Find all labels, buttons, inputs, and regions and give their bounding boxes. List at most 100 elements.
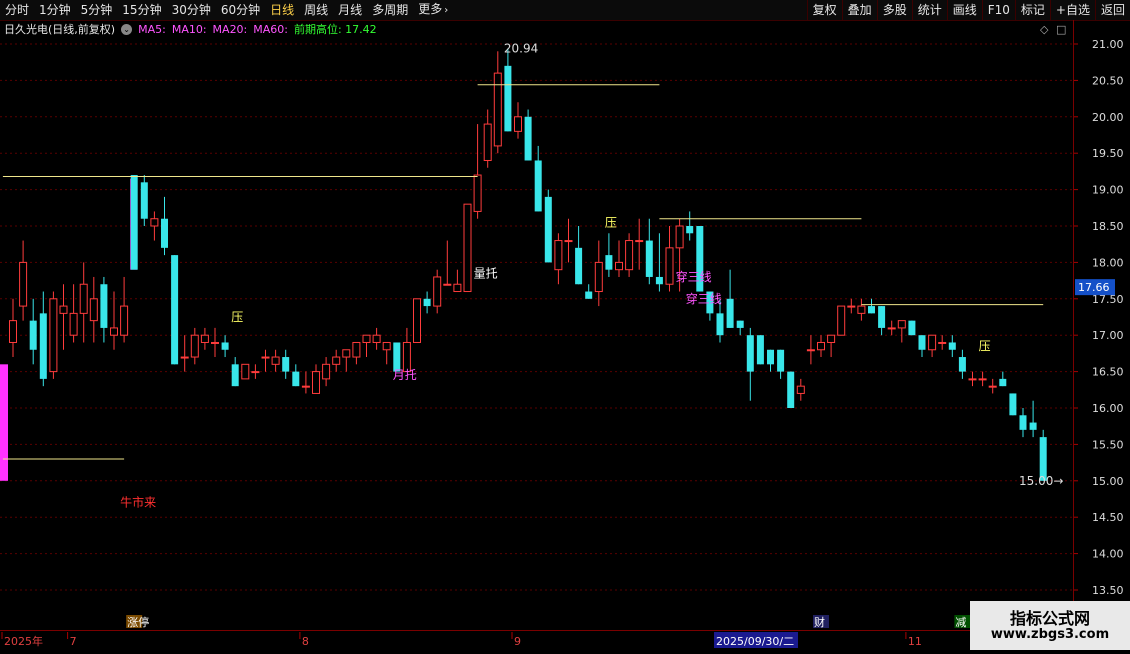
candle-body (342, 349, 351, 358)
candle (59, 284, 68, 350)
candle-body (362, 334, 371, 343)
candle (524, 109, 532, 161)
candle (79, 262, 88, 343)
candle (777, 349, 785, 379)
ma10-label: MA10: (171, 22, 207, 36)
candle (847, 298, 856, 314)
tab-2[interactable]: 5分钟 (76, 0, 118, 20)
candle-body (686, 226, 694, 234)
candle (100, 276, 108, 343)
candle-body (493, 72, 502, 147)
candle (352, 341, 361, 365)
candlestick-chart[interactable]: 20.9415.00→压压压量托月托穿三线穿三线牛市来涨停财减 (0, 38, 1073, 630)
candle-body (585, 291, 593, 299)
toolbar-button-8[interactable]: 返回 (1094, 0, 1130, 20)
candle-body (817, 341, 825, 351)
candle-body (161, 218, 168, 248)
candle-body (635, 240, 644, 243)
tab-1[interactable]: 1分钟 (34, 0, 76, 20)
candle-body (352, 341, 361, 358)
chart-annotation: 15.00→ (1019, 474, 1063, 488)
tab-3[interactable]: 15分钟 (117, 0, 166, 20)
candle (585, 284, 593, 299)
candle-body (292, 371, 300, 387)
candle-body (301, 385, 310, 388)
candle (625, 233, 634, 277)
candle (221, 335, 229, 358)
candle-body (211, 341, 219, 344)
candle-body (463, 203, 472, 293)
y-tick-label: 18.50 (1092, 220, 1124, 233)
tab-9[interactable]: 多周期 (367, 0, 413, 20)
candle (928, 334, 937, 358)
candle (473, 124, 482, 219)
y-tick-label: 15.50 (1092, 438, 1124, 451)
candle-body (372, 334, 381, 343)
price-axis: 21.00 20.50 20.00 19.50 19.00 18.50 18.00 17.50… (1073, 20, 1130, 630)
candle-body (271, 356, 280, 365)
candle-body (130, 175, 138, 270)
y-tick-label: 21.00 (1092, 38, 1124, 51)
candle-body (69, 312, 78, 336)
candle-body (645, 240, 653, 277)
candle (140, 175, 148, 226)
toolbar-button-7[interactable]: +自选 (1049, 0, 1095, 20)
candle-body (423, 298, 431, 307)
stock-title: 日久光电(日线,前复权) (4, 23, 116, 36)
ma20-label: MA20: (212, 22, 248, 36)
candle (817, 335, 825, 358)
tab-10[interactable]: 更多 › (413, 0, 453, 21)
date-label: 8 (302, 635, 309, 648)
candle (372, 327, 381, 350)
candle-body (675, 225, 684, 249)
candle (868, 298, 875, 314)
candle (767, 349, 774, 372)
candle (241, 363, 250, 380)
tab-7[interactable]: 周线 (299, 0, 333, 20)
diamond-icon[interactable]: ◇ (1040, 23, 1048, 36)
toggle-chevron-icon[interactable]: ⌄ (121, 23, 133, 35)
tab-6[interactable]: 日线 (265, 0, 299, 20)
toolbar-button-3[interactable]: 统计 (911, 0, 947, 20)
candle (897, 320, 906, 343)
candle (393, 342, 401, 372)
toolbar-button-4[interactable]: 画线 (946, 0, 982, 20)
toolbar-button-0[interactable]: 复权 (806, 0, 842, 20)
candle (382, 341, 391, 365)
candle (322, 357, 331, 387)
candle (878, 306, 886, 336)
candle (564, 218, 573, 263)
last-price-label: 17.66 (1078, 281, 1110, 294)
candle-body (89, 298, 98, 322)
tab-4[interactable]: 30分钟 (167, 0, 216, 20)
candle (938, 335, 947, 350)
tab-8[interactable]: 月线 (333, 0, 367, 20)
toolbar-button-1[interactable]: 叠加 (841, 0, 877, 20)
toolbar-button-2[interactable]: 多股 (876, 0, 912, 20)
candle-body (453, 283, 462, 293)
candle-body (443, 283, 452, 286)
candle-body (605, 255, 613, 270)
tab-5[interactable]: 60分钟 (216, 0, 265, 20)
candle (615, 240, 623, 277)
chart-annotation: 穿三线 (686, 291, 722, 306)
date-axis: 2025年 7 8 9 2025/09/30/二 11 (0, 630, 1130, 651)
candle-body (59, 305, 68, 314)
tab-0[interactable]: 分时 (0, 0, 34, 20)
candle-body (615, 261, 623, 271)
candle-body (806, 349, 815, 352)
candle (887, 320, 896, 336)
candle-body (322, 363, 331, 380)
toolbar-button-5[interactable]: F10 (981, 0, 1015, 20)
candle-body (393, 342, 401, 372)
candle-body (1019, 415, 1027, 430)
candle-body (918, 335, 926, 350)
candle (908, 320, 916, 336)
candle-body (39, 313, 47, 379)
toolbar-button-6[interactable]: 标记 (1014, 0, 1050, 20)
watermark-title: 指标公式网 (1009, 609, 1090, 628)
prev-high-label: 前期高位: 17.42 (293, 23, 377, 36)
candle (605, 233, 613, 277)
restore-icon[interactable]: □ (1056, 23, 1066, 36)
watermark-url: www.zbgs3.com (990, 627, 1110, 642)
